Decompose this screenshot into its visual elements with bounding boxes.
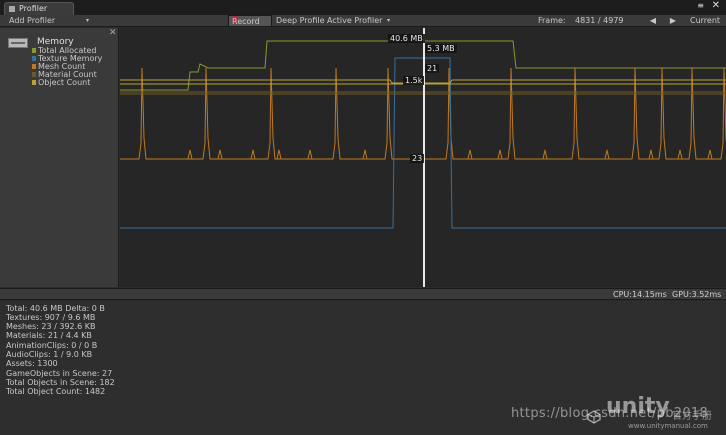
memory-legend-panel: Memory ✕ Total Allocated Texture Memory … [0,28,119,287]
stat-total-objects-in-scene: Total Objects in Scene: 182 [6,378,115,387]
window-menu-icon[interactable]: ≡ [697,1,704,10]
stat-textures: Textures: 907 / 9.6 MB [6,313,96,322]
stat-gameobjects-in-scene: GameObjects in Scene: 27 [6,369,113,378]
mesh-count-bump-11 [677,149,683,160]
legend-swatch [32,64,36,69]
stat-audio-clips: AudioClips: 1 / 9.0 KB [6,350,93,359]
chevron-down-icon[interactable]: ▾ [86,15,89,27]
mesh-count-bump-3 [276,149,282,160]
legend-swatch [32,56,36,61]
close-icon[interactable]: ✕ [109,28,117,38]
memory-graph[interactable]: 40.6 MB 5.3 MB 21 1.5k 23 [120,28,726,287]
object-count-value-tag: 1.5k [403,76,425,85]
chevron-down-icon[interactable]: ▾ [387,15,390,27]
next-frame-icon[interactable]: ▶ [666,15,680,27]
legend-object-count[interactable]: Object Count [32,78,91,87]
stat-total: Total: 40.6 MB Delta: 0 B [6,304,105,313]
legend-swatch [32,72,36,77]
mesh-count-bump-1 [217,149,223,160]
total-allocated-value-tag: 40.6 MB [388,34,425,43]
manual-url-watermark: www.unitymanual.com [628,422,708,430]
memory-chip-icon [8,38,28,48]
mesh-count-bump-2 [250,149,256,160]
current-frame-button[interactable]: Current [690,15,720,27]
frame-label: Frame: [538,16,566,25]
mesh-count-bump-8 [542,149,548,160]
mesh-count-bump-12 [707,149,713,160]
mesh-count-bump-0 [187,149,193,160]
frame-counter: 4831 / 4979 [575,16,624,25]
prev-frame-icon[interactable]: ◀ [646,15,660,27]
legend-label: Object Count [38,78,91,87]
stat-materials: Materials: 21 / 4.4 KB [6,331,92,340]
gpu-time: GPU:3.52ms [672,290,722,299]
mesh-count-bump-7 [497,149,503,160]
timing-status-bar: CPU:14.15ms GPU:3.52ms [0,288,726,300]
window-close-icon[interactable]: ✕ [712,0,720,11]
profiler-tab[interactable]: Profiler [4,2,74,15]
stat-meshes: Meshes: 23 / 392.6 KB [6,322,96,331]
mesh-count-bump-5 [362,149,368,160]
profiler-icon [9,5,15,12]
mesh-count-bump-10 [648,149,654,160]
mesh-count-bump-6 [467,149,473,160]
material-count-value-tag: 21 [425,64,440,73]
add-profiler-dropdown[interactable]: Add Profiler [9,15,55,27]
mesh-count-bump-9 [604,149,610,160]
cpu-time: CPU:14.15ms [613,290,667,299]
unity-logo-icon [587,410,601,424]
legend-swatch [32,80,36,85]
tab-title: Profiler [19,4,48,13]
profiler-toolbar: Add Profiler ▾ Record Deep Profile Activ… [0,15,726,27]
mesh-count-bump-4 [307,149,313,160]
unity-brand-watermark: unity [606,394,670,419]
stat-assets: Assets: 1300 [6,359,58,368]
record-label: Record [232,17,260,26]
deep-profile-toggle[interactable]: Deep Profile [276,15,325,27]
texture-memory-value-tag: 5.3 MB [425,44,457,53]
record-toggle[interactable]: Record [228,15,272,27]
stat-total-object-count: Total Object Count: 1482 [6,387,106,396]
active-profiler-dropdown[interactable]: Active Profiler [327,15,382,27]
mesh-count-value-tag: 23 [410,154,425,163]
window-titlebar: Profiler ≡ ✕ [0,0,726,15]
legend-swatch [32,48,36,53]
stat-animation-clips: AnimationClips: 0 / 0 B [6,341,98,350]
manual-brand-watermark: 官方手册 [672,411,712,422]
